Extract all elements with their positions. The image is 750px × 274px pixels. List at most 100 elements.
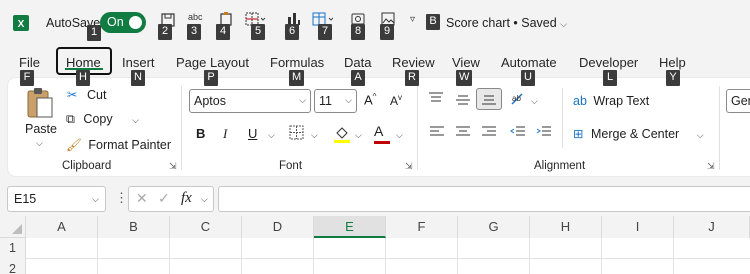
doc-title-text: Score chart <box>446 16 510 30</box>
tab-help[interactable]: Help <box>659 55 686 70</box>
fx-icon[interactable]: fx <box>181 190 192 207</box>
wrap-text-button[interactable]: ab Wrap Text <box>573 94 649 108</box>
keytip-6: 6 <box>285 24 299 40</box>
keytip-title: B <box>426 14 440 30</box>
name-box[interactable]: E15 ⌵ <box>7 186 106 212</box>
font-name-chevron-icon: ⌵ <box>299 95 306 105</box>
keytip-developer: L <box>603 70 617 86</box>
alignment-launcher-icon[interactable]: ⇲ <box>707 161 715 172</box>
borders-chevron-icon[interactable]: ⌵ <box>311 130 318 141</box>
font-launcher-icon[interactable]: ⇲ <box>405 161 413 172</box>
clipboard-group-label: Clipboard <box>62 160 112 172</box>
merge-center-label: Merge & Center <box>590 127 680 141</box>
font-name-select[interactable]: Aptos ⌵ <box>189 89 311 113</box>
cut-button[interactable]: ✂ Cut <box>67 87 106 102</box>
column-header-g[interactable]: G <box>458 216 530 238</box>
column-header-b[interactable]: B <box>98 216 170 238</box>
select-all-icon <box>12 224 22 234</box>
name-box-value: E15 <box>14 192 37 206</box>
borders-icon[interactable] <box>289 125 305 144</box>
column-header-f[interactable]: F <box>386 216 458 238</box>
increase-font-icon[interactable]: A^ <box>364 92 376 107</box>
format-painter-button[interactable]: 🖌 Format Painter <box>66 138 171 153</box>
align-right-icon[interactable] <box>481 126 497 141</box>
separator <box>417 86 418 170</box>
orientation-chevron-icon[interactable]: ⌵ <box>531 96 538 107</box>
keytip-9: 9 <box>380 24 394 40</box>
spelling-icon[interactable]: abc <box>188 12 203 22</box>
document-title[interactable]: Score chart • Saved ⌵ <box>446 16 567 30</box>
keytip-insert: N <box>131 70 145 86</box>
merge-chevron-icon: ⌵ <box>696 130 704 140</box>
tab-developer[interactable]: Developer <box>579 55 638 70</box>
column-header-h[interactable]: H <box>530 216 602 238</box>
select-all-corner[interactable] <box>0 216 26 238</box>
keytip-3: 3 <box>187 24 201 40</box>
tab-insert[interactable]: Insert <box>122 55 155 70</box>
column-header-c[interactable]: C <box>170 216 242 238</box>
bold-button[interactable]: B <box>196 126 205 141</box>
increase-indent-icon[interactable] <box>536 126 552 141</box>
keytip-8: 8 <box>351 24 365 40</box>
middle-align-icon[interactable] <box>455 94 471 109</box>
tab-file[interactable]: File <box>19 55 40 70</box>
scissors-icon: ✂ <box>67 88 78 102</box>
keytip-help: Y <box>666 70 680 86</box>
paste-button[interactable]: Paste ⌵ <box>22 86 58 152</box>
toggle-knob <box>129 16 142 29</box>
tab-data[interactable]: Data <box>344 55 371 70</box>
underline-chevron-icon[interactable]: ⌵ <box>268 130 275 141</box>
keytip-formulas: M <box>289 70 305 86</box>
tab-page-layout[interactable]: Page Layout <box>176 55 249 70</box>
tab-view[interactable]: View <box>452 55 480 70</box>
column-header-a[interactable]: A <box>26 216 98 238</box>
column-header-i[interactable]: I <box>602 216 674 238</box>
italic-button[interactable]: I <box>223 126 227 142</box>
font-group-label: Font <box>279 160 303 172</box>
font-size-select[interactable]: 11 ⌵ <box>314 89 357 113</box>
copy-label: Copy <box>83 112 113 126</box>
orientation-icon[interactable]: ab <box>510 92 526 109</box>
vertical-separator <box>562 88 563 148</box>
align-center-icon[interactable] <box>455 126 471 141</box>
more-options-icon[interactable]: ⋮ <box>115 190 128 206</box>
cut-label: Cut <box>86 88 107 102</box>
number-format-select[interactable]: Gen <box>726 89 750 113</box>
column-header-d[interactable]: D <box>242 216 314 238</box>
column-header-j[interactable]: J <box>674 216 750 238</box>
align-left-icon[interactable] <box>429 126 445 141</box>
tab-formulas[interactable]: Formulas <box>270 55 324 70</box>
cancel-icon[interactable]: ✕ <box>136 190 148 207</box>
tab-automate[interactable]: Automate <box>501 55 557 70</box>
saved-status: Saved <box>521 16 557 30</box>
font-color-chevron-icon[interactable]: ⌵ <box>396 130 403 141</box>
customize-qat-icon[interactable]: ▿ <box>410 14 415 25</box>
chevron-down-icon: ⌵ <box>560 19 568 29</box>
paste-label: Paste <box>25 122 57 136</box>
font-size-value: 11 <box>319 94 332 108</box>
merge-center-icon: ⊞ <box>573 127 584 141</box>
autosave-toggle[interactable]: On <box>100 12 146 33</box>
decrease-font-icon[interactable]: Av <box>390 93 402 108</box>
separator <box>181 86 182 170</box>
bottom-align-button[interactable] <box>476 88 502 110</box>
copy-button[interactable]: ⧉ Copy ⌵ <box>66 112 139 127</box>
fill-color-chevron-icon[interactable]: ⌵ <box>355 130 362 141</box>
column-header-e[interactable]: E <box>314 216 386 238</box>
tab-review[interactable]: Review <box>392 55 435 70</box>
keytip-4: 4 <box>216 24 230 40</box>
enter-icon[interactable]: ✓ <box>158 190 170 207</box>
top-align-icon[interactable] <box>428 92 444 107</box>
font-color-button[interactable]: A <box>374 123 390 144</box>
clipboard-launcher-icon[interactable]: ⇲ <box>169 161 177 172</box>
merge-center-button[interactable]: ⊞ Merge & Center ⌵ <box>573 126 704 141</box>
keytip-file: F <box>20 70 34 86</box>
formula-input[interactable] <box>218 186 750 212</box>
keytip-data: A <box>351 70 365 86</box>
fx-chevron-icon[interactable]: ⌵ <box>201 194 208 205</box>
separator <box>719 86 720 170</box>
svg-text:X: X <box>18 19 25 30</box>
decrease-indent-icon[interactable] <box>510 126 526 141</box>
underline-button[interactable]: U <box>248 126 257 141</box>
fill-color-icon[interactable] <box>333 124 351 147</box>
